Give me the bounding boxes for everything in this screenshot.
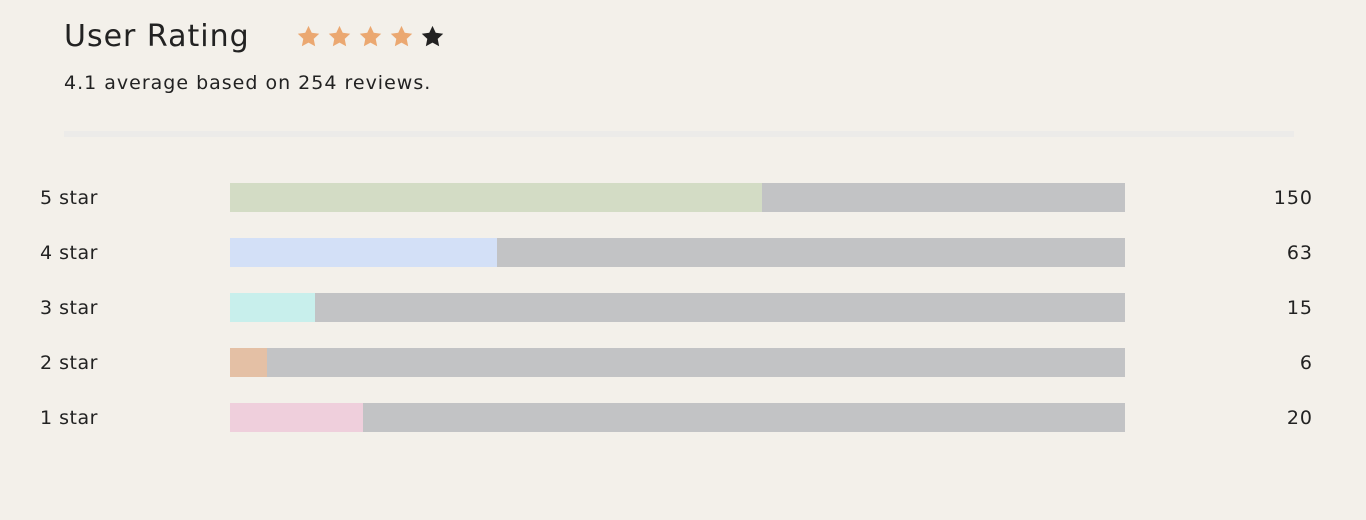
rating-row-5-star: 5 star 150 — [0, 183, 1366, 212]
rating-row-count: 15 — [1286, 297, 1313, 319]
rating-row-label: 3 star — [40, 297, 98, 319]
rating-row-count: 20 — [1286, 407, 1313, 429]
rating-breakdown: 5 star 150 4 star 63 3 star 15 2 star 6 … — [0, 183, 1366, 458]
rating-bar-track — [230, 238, 1125, 267]
rating-bar-track — [230, 403, 1125, 432]
rating-row-count: 6 — [1299, 352, 1313, 374]
rating-bar-fill — [230, 348, 267, 377]
rating-row-1-star: 1 star 20 — [0, 403, 1366, 432]
star-icon — [297, 25, 319, 46]
rating-row-2-star: 2 star 6 — [0, 348, 1366, 377]
rating-bar-track — [230, 183, 1125, 212]
star-rating — [296, 24, 445, 49]
rating-row-label: 2 star — [40, 352, 98, 374]
rating-header: User Rating — [64, 14, 445, 58]
rating-bar-track — [230, 348, 1125, 377]
rating-bar-fill — [230, 403, 364, 432]
rating-bar-fill — [230, 293, 316, 322]
rating-row-label: 1 star — [40, 407, 98, 429]
rating-row-4-star: 4 star 63 — [0, 238, 1366, 267]
star-icon — [390, 25, 412, 46]
rating-summary: 4.1 average based on 254 reviews. — [64, 72, 432, 94]
rating-bar-fill — [230, 183, 762, 212]
rating-row-3-star: 3 star 15 — [0, 293, 1366, 322]
rating-bar-fill — [230, 238, 497, 267]
star-icon — [328, 25, 350, 46]
star-icon — [421, 25, 443, 46]
page-title: User Rating — [64, 18, 250, 54]
rating-row-label: 4 star — [40, 242, 98, 264]
divider — [64, 131, 1294, 137]
rating-row-count: 63 — [1286, 242, 1313, 264]
rating-row-count: 150 — [1273, 187, 1313, 209]
rating-row-label: 5 star — [40, 187, 98, 209]
star-icon — [359, 25, 381, 46]
rating-bar-track — [230, 293, 1125, 322]
